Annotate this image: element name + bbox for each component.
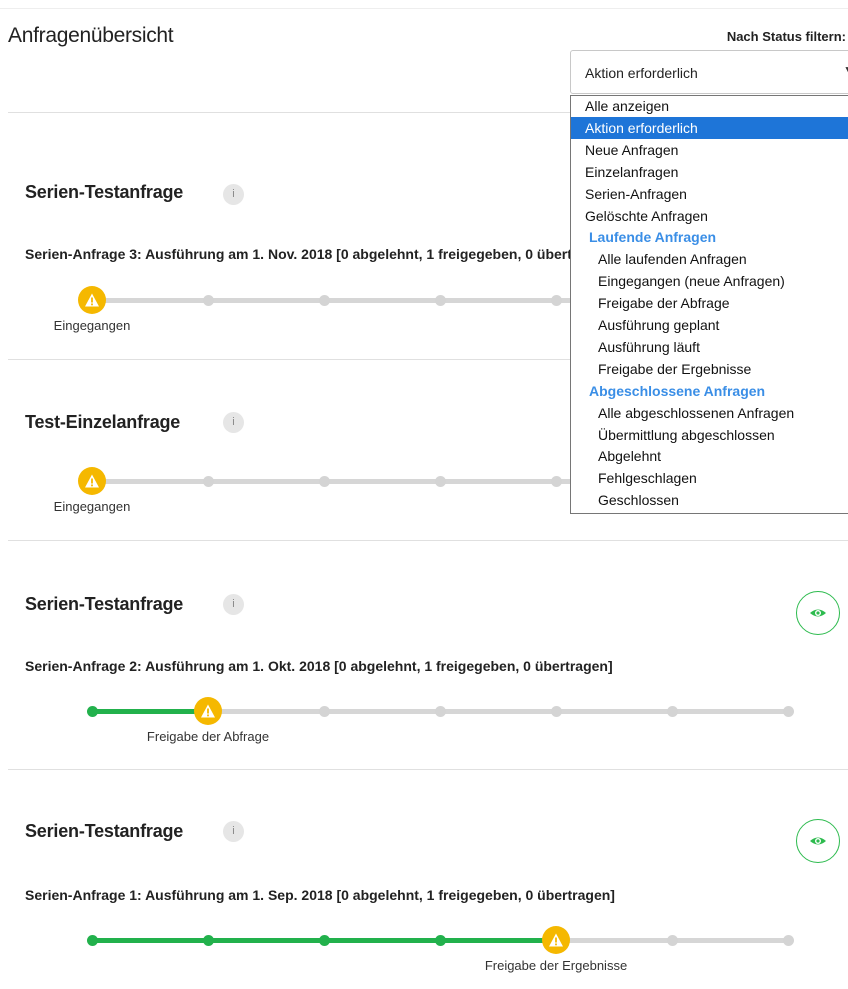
progress-step-pending: [434, 475, 446, 487]
status-filter-value: Aktion erforderlich: [585, 65, 698, 81]
dropdown-option[interactable]: Alle laufenden Anfragen: [571, 248, 848, 270]
progress-step-current: [78, 286, 106, 314]
progress-step-current: [542, 926, 570, 954]
request-title: Serien-Testanfrage: [25, 182, 184, 202]
warning-triangle-icon: [85, 474, 99, 488]
dropdown-option[interactable]: Einzelanfragen: [571, 161, 848, 183]
dropdown-option[interactable]: Ausführung läuft: [571, 336, 848, 358]
progress-step-pending: [666, 705, 678, 717]
progress-step-label: Freigabe der Abfrage: [146, 729, 270, 744]
progress-step-done: [202, 934, 214, 946]
dropdown-group-header: Laufende Anfragen: [589, 229, 717, 246]
view-button[interactable]: [796, 591, 840, 635]
progress-step-label: Eingegangen: [53, 499, 131, 514]
request-card: Serien-Testanfrage i Serien-Anfrage 2: A…: [8, 540, 848, 769]
dropdown-group-header: Abgeschlossene Anfragen: [589, 382, 766, 399]
request-title: Test-Einzelanfrage: [25, 412, 181, 432]
dropdown-option[interactable]: Abgelehnt: [571, 445, 848, 467]
request-subtitle: Serien-Anfrage 1: Ausführung am 1. Sep. …: [25, 887, 615, 903]
info-icon[interactable]: i: [223, 821, 244, 842]
eye-icon: [810, 609, 826, 617]
dropdown-option[interactable]: Übermittlung abgeschlossen: [571, 424, 848, 446]
request-subtitle: Serien-Anfrage 3: Ausführung am 1. Nov. …: [25, 246, 615, 262]
page-title: Anfragenübersicht: [8, 24, 174, 47]
progress-step-done: [318, 934, 330, 946]
dropdown-option[interactable]: Freigabe der Abfrage: [571, 292, 848, 314]
progress-step-pending: [550, 294, 562, 306]
warning-triangle-icon: [201, 704, 215, 718]
warning-triangle-icon: [85, 293, 99, 307]
eye-icon: [810, 837, 826, 845]
status-filter-dropdown[interactable]: Alle anzeigen Aktion erforderlich Neue Anf…: [570, 95, 848, 514]
progress-step-current: [194, 697, 222, 725]
info-icon[interactable]: i: [223, 184, 244, 205]
progress-step-pending: [550, 705, 562, 717]
request-subtitle: Serien-Anfrage 2: Ausführung am 1. Okt. …: [25, 658, 613, 674]
chevron-down-icon: ▼: [843, 63, 848, 77]
dropdown-option[interactable]: Alle anzeigen: [571, 95, 848, 117]
progress-step-label: Eingegangen: [53, 318, 131, 333]
view-button[interactable]: [796, 819, 840, 863]
request-card: Serien-Testanfrage i Serien-Anfrage 1: A…: [8, 769, 848, 989]
status-filter-label: Nach Status filtern:: [726, 29, 846, 44]
progress-step-pending: [202, 475, 214, 487]
progress-step-pending: [318, 294, 330, 306]
progress-track-complete: [92, 708, 208, 714]
progress-step-pending: [202, 294, 214, 306]
info-icon[interactable]: i: [223, 594, 244, 615]
progress-step-pending: [434, 294, 446, 306]
dropdown-option[interactable]: Alle abgeschlossenen Anfragen: [571, 402, 848, 424]
progress-step-done: [86, 705, 98, 717]
status-filter-select[interactable]: Aktion erforderlich ▼: [570, 50, 848, 94]
progress-step-pending: [782, 705, 794, 717]
progress-step-pending: [550, 475, 562, 487]
progress-step-pending: [782, 934, 794, 946]
progress-step-done: [434, 934, 446, 946]
progress-step-pending: [434, 705, 446, 717]
dropdown-option[interactable]: Neue Anfragen: [571, 139, 848, 161]
progress-step-pending: [666, 934, 678, 946]
request-title: Serien-Testanfrage: [25, 594, 184, 614]
dropdown-option[interactable]: Ausführung geplant: [571, 314, 848, 336]
progress-step-pending: [318, 475, 330, 487]
request-progress: Freigabe der Ergebnisse: [8, 920, 848, 973]
progress-step-done: [86, 934, 98, 946]
dropdown-option[interactable]: Geschlossen: [571, 489, 848, 511]
dropdown-option[interactable]: Fehlgeschlagen: [571, 467, 848, 489]
dropdown-option[interactable]: Eingegangen (neue Anfragen): [571, 270, 848, 292]
dropdown-option[interactable]: Gelöschte Anfragen: [571, 205, 848, 227]
info-icon[interactable]: i: [223, 412, 244, 433]
top-border: [0, 8, 848, 9]
progress-step-label: Freigabe der Ergebnisse: [484, 958, 628, 973]
progress-step-current: [78, 467, 106, 495]
dropdown-option[interactable]: Aktion erforderlich: [571, 116, 848, 139]
progress-step-pending: [318, 705, 330, 717]
request-title: Serien-Testanfrage: [25, 821, 184, 841]
dropdown-option[interactable]: Serien-Anfragen: [571, 183, 848, 205]
warning-triangle-icon: [549, 933, 563, 947]
dropdown-option[interactable]: Freigabe der Ergebnisse: [571, 358, 848, 380]
request-progress: Freigabe der Abfrage: [8, 691, 848, 744]
